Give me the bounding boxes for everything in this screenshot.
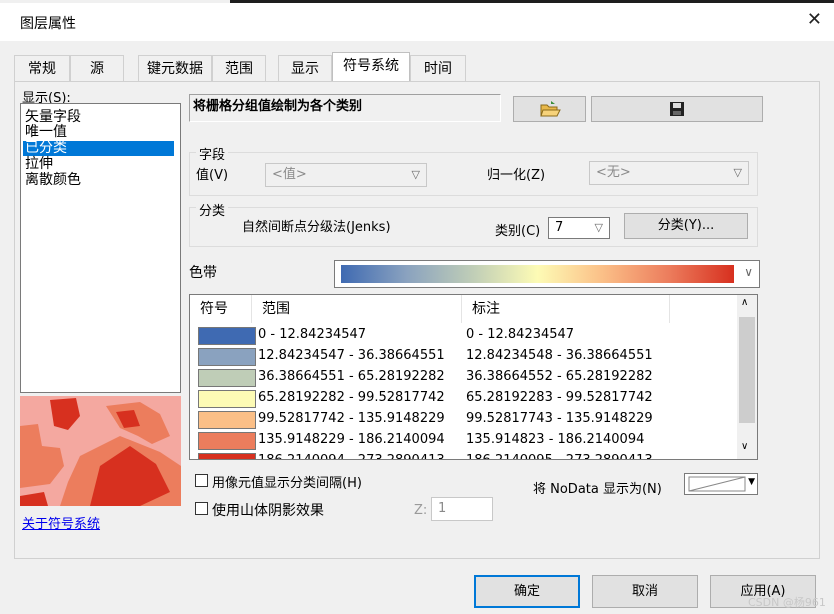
chevron-down-icon: ▽ xyxy=(594,221,603,234)
class-range[interactable]: 135.9148229 - 186.2140094 xyxy=(258,432,445,447)
normalize-combo[interactable]: <无> ▽ xyxy=(589,161,749,185)
class-range[interactable]: 12.84234547 - 36.38664551 xyxy=(258,348,445,363)
class-label[interactable]: 99.52817743 - 135.9148229 xyxy=(466,411,653,426)
class-range[interactable]: 0 - 12.84234547 xyxy=(258,327,366,342)
scrollbar-thumb[interactable] xyxy=(739,317,755,423)
title-bar: 图层属性 ✕ xyxy=(0,3,834,41)
table-row[interactable]: 99.52817742 - 135.9148229 99.52817743 - 1… xyxy=(190,410,730,431)
chevron-down-icon: ▽ xyxy=(733,166,742,179)
table-row[interactable]: 36.38664551 - 65.28192282 36.38664552 - 6… xyxy=(190,368,730,389)
renderer-description: 将栅格分组值绘制为各个类别 xyxy=(189,94,501,122)
list-item-vector-field[interactable]: 矢量字段 xyxy=(23,110,83,125)
classes-label: 类别(C) xyxy=(495,224,541,239)
nodata-color-picker[interactable]: ▼ xyxy=(684,473,758,495)
class-label[interactable]: 36.38664552 - 65.28192282 xyxy=(466,369,653,384)
table-row[interactable]: 65.28192282 - 99.52817742 65.28192283 - 9… xyxy=(190,389,730,410)
close-icon[interactable]: ✕ xyxy=(807,9,822,30)
normalize-label: 归一化(Z) xyxy=(487,168,546,183)
show-class-breaks-checkbox[interactable] xyxy=(195,474,208,487)
table-scrollbar[interactable]: ∧ ∨ xyxy=(737,295,757,459)
no-color-swatch-icon xyxy=(688,476,746,492)
watermark: CSDN @杨961 xyxy=(748,596,826,609)
class-label[interactable]: 65.28192283 - 99.52817742 xyxy=(466,390,653,405)
classification-group-title: 分类 xyxy=(196,200,229,219)
table-row[interactable]: 12.84234547 - 36.38664551 12.84234548 - 3… xyxy=(190,347,730,368)
class-range[interactable]: 36.38664551 - 65.28192282 xyxy=(258,369,445,384)
folder-open-icon xyxy=(539,101,561,117)
tab-general[interactable]: 常规 xyxy=(14,55,70,81)
class-range[interactable]: 65.28192282 - 99.52817742 xyxy=(258,390,445,405)
window-title: 图层属性 xyxy=(20,16,76,32)
symbology-preview-image xyxy=(20,396,181,506)
column-header-range[interactable]: 范围 xyxy=(252,295,462,323)
list-item-discrete-color[interactable]: 离散颜色 xyxy=(23,173,83,188)
list-item-stretch[interactable]: 拉伸 xyxy=(23,157,55,172)
chevron-down-icon: ∨ xyxy=(744,265,753,279)
column-header-symbol[interactable]: 符号 xyxy=(190,295,252,323)
hillshade-label: 使用山体阴影效果 xyxy=(212,503,324,519)
class-label[interactable]: 186.2140095 - 273.2890413 xyxy=(466,453,653,459)
class-range[interactable]: 99.52817742 - 135.9148229 xyxy=(258,411,445,426)
color-ramp-preview xyxy=(341,265,734,283)
cancel-button[interactable]: 取消 xyxy=(592,575,698,608)
value-field-combo[interactable]: <值> ▽ xyxy=(265,163,427,187)
z-factor-label: Z: xyxy=(414,503,428,518)
class-label[interactable]: 12.84234548 - 36.38664551 xyxy=(466,348,653,363)
dropdown-arrow-icon: ▼ xyxy=(748,477,755,487)
ok-button[interactable]: 确定 xyxy=(474,575,580,608)
open-symbology-button[interactable] xyxy=(513,96,586,122)
z-factor-input[interactable]: 1 xyxy=(431,497,493,521)
class-symbol-swatch[interactable] xyxy=(198,369,256,387)
classes-count-value: 7 xyxy=(555,220,564,235)
hillshade-checkbox[interactable] xyxy=(195,502,208,515)
tab-source[interactable]: 源 xyxy=(70,55,124,81)
tab-key-metadata[interactable]: 键元数据 xyxy=(138,55,212,81)
table-row[interactable]: 135.9148229 - 186.2140094 135.914823 - 18… xyxy=(190,431,730,452)
tab-time[interactable]: 时间 xyxy=(410,55,466,81)
tab-symbology[interactable]: 符号系统 xyxy=(332,52,410,82)
classify-button[interactable]: 分类(Y)... xyxy=(624,213,748,239)
class-label[interactable]: 135.914823 - 186.2140094 xyxy=(466,432,644,447)
class-symbol-swatch[interactable] xyxy=(198,453,256,459)
class-symbol-swatch[interactable] xyxy=(198,390,256,408)
scroll-down-icon[interactable]: ∨ xyxy=(741,441,748,452)
value-field-combo-text: <值> xyxy=(272,167,307,182)
column-header-label[interactable]: 标注 xyxy=(462,295,670,323)
renderer-list[interactable]: 矢量字段 唯一值 已分类 拉伸 离散颜色 xyxy=(20,103,181,393)
list-item-unique-values[interactable]: 唯一值 xyxy=(23,125,69,140)
class-range[interactable]: 186.2140094 - 273.2890413 xyxy=(258,453,445,459)
field-group-title: 字段 xyxy=(196,144,229,163)
save-disk-icon xyxy=(670,102,684,116)
classification-method: 自然间断点分级法(Jenks) xyxy=(242,220,391,235)
class-symbol-swatch[interactable] xyxy=(198,327,256,345)
tab-extent[interactable]: 范围 xyxy=(212,55,266,81)
color-ramp-label: 色带 xyxy=(189,265,217,281)
color-ramp-selector[interactable]: ∨ xyxy=(334,260,760,288)
layer-properties-dialog: 图层属性 ✕ 常规 源 键元数据 范围 显示 符号系统 时间 显示(S): 矢量… xyxy=(0,0,834,614)
show-class-breaks-label: 用像元值显示分类间隔(H) xyxy=(212,476,362,491)
table-row[interactable]: 186.2140094 - 273.2890413 186.2140095 - 2… xyxy=(190,452,730,459)
scroll-up-icon[interactable]: ∧ xyxy=(741,297,748,308)
class-symbol-swatch[interactable] xyxy=(198,348,256,366)
class-label[interactable]: 0 - 12.84234547 xyxy=(466,327,574,342)
table-row[interactable]: 0 - 12.84234547 0 - 12.84234547 xyxy=(190,326,730,347)
class-symbol-swatch[interactable] xyxy=(198,411,256,429)
nodata-label: 将 NoData 显示为(N) xyxy=(533,482,662,497)
chevron-down-icon: ▽ xyxy=(411,168,420,181)
tab-display[interactable]: 显示 xyxy=(278,55,332,81)
class-breaks-table[interactable]: 符号 范围 标注 0 - 12.84234547 0 - 12.84234547 1… xyxy=(189,294,758,460)
normalize-combo-text: <无> xyxy=(596,165,631,180)
value-label: 值(V) xyxy=(196,168,229,183)
class-symbol-swatch[interactable] xyxy=(198,432,256,450)
save-symbology-button[interactable] xyxy=(591,96,763,122)
about-symbology-link[interactable]: 关于符号系统 xyxy=(22,513,100,532)
classes-count-combo[interactable]: 7 ▽ xyxy=(548,217,610,239)
list-item-classified[interactable]: 已分类 xyxy=(23,141,174,156)
